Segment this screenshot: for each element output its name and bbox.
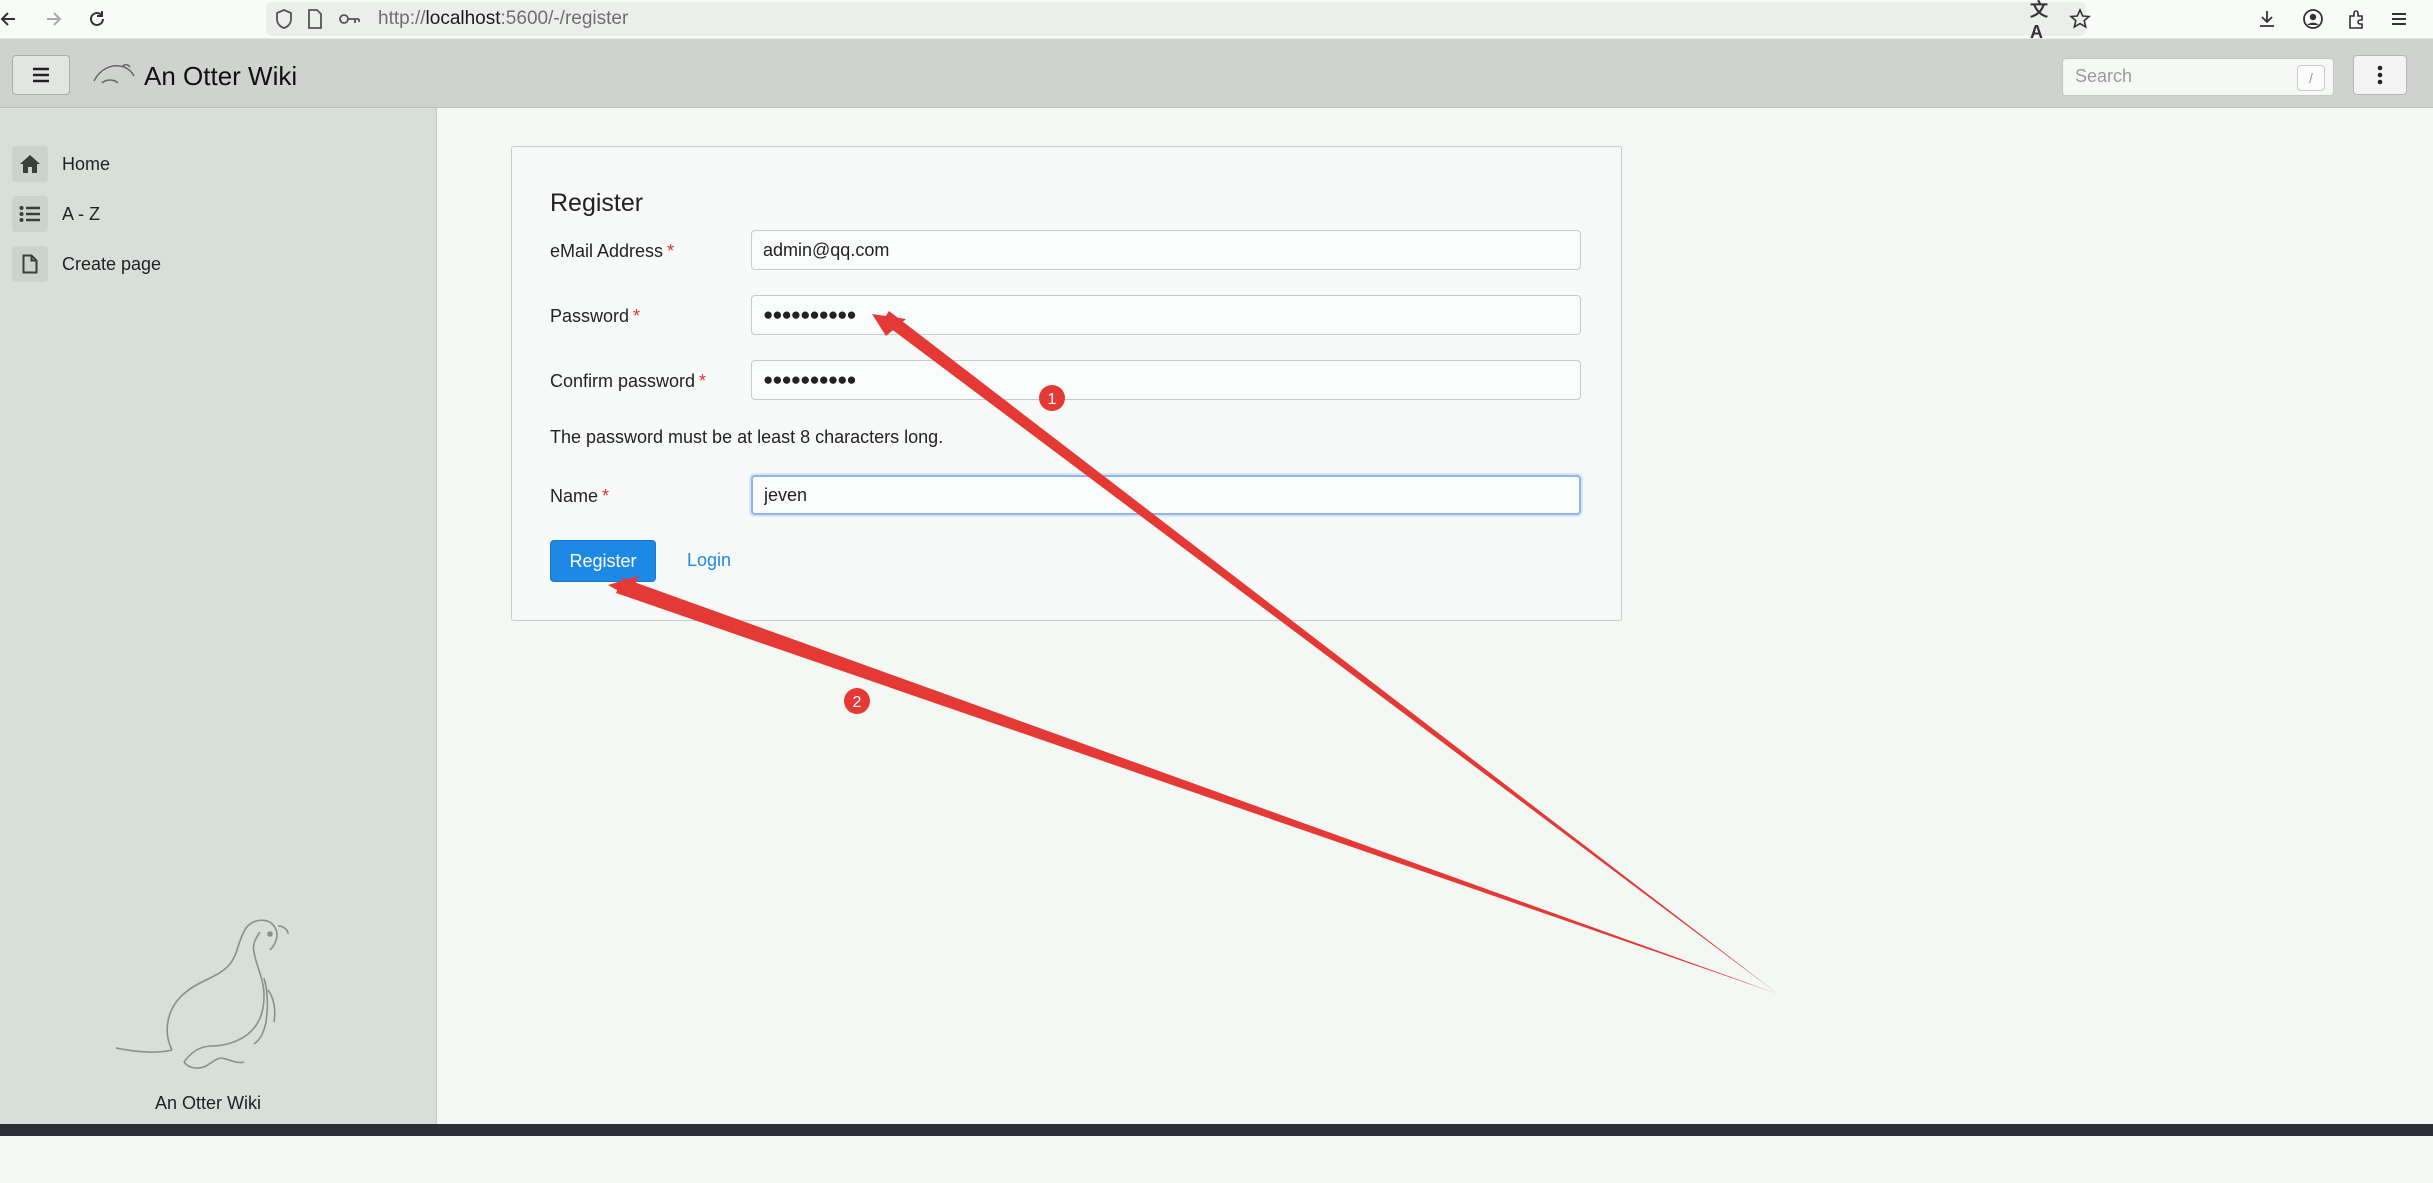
name-field[interactable] [751,475,1581,515]
otter-logo-icon [92,59,136,89]
search-shortcut-hint: / [2297,65,2325,91]
annotation-arrow-2 [608,576,1778,994]
password-field[interactable] [751,295,1581,335]
star-icon[interactable] [2065,4,2095,34]
password-label: Password * [550,306,641,326]
sidebar-item-label: A - Z [62,203,101,224]
account-icon[interactable] [2298,4,2328,34]
back-icon[interactable] [0,4,24,34]
app-menu-icon[interactable] [2384,4,2414,34]
annotation-badge-2: 2 [844,688,870,714]
sidebar-item-label: Create page [62,253,162,274]
file-icon [12,246,48,282]
extensions-icon[interactable] [2342,4,2372,34]
address-bar[interactable]: http://localhost:5600/-/register [266,2,2086,36]
register-title: Register [550,189,644,217]
url-text: http://localhost:5600/-/register [378,8,629,29]
search-box[interactable]: / [2062,58,2334,96]
confirm-password-field[interactable] [751,360,1581,400]
register-button[interactable]: Register [550,540,656,582]
otter-illustration [112,918,312,1178]
password-hint: The password must be at least 8 characte… [550,427,944,447]
svg-text:2: 2 [853,694,862,711]
sidebar: Home A - Z Create page An Otter Wiki [0,108,437,1124]
name-label: Name * [550,486,610,506]
os-taskbar [0,1124,2433,1136]
search-input[interactable] [2073,65,2277,88]
required-marker: * [667,241,675,261]
page-icon [306,8,324,35]
reload-icon[interactable] [82,4,112,34]
email-label: eMail Address * [550,241,675,261]
required-marker: * [699,371,707,391]
confirm-password-label: Confirm password * [550,371,707,391]
more-options-button[interactable] [2353,55,2407,95]
list-icon [12,196,48,232]
translate-icon[interactable]: 文A [2030,0,2060,42]
required-marker: * [602,486,610,506]
menu-toggle-button[interactable] [12,55,70,95]
key-icon [338,9,362,34]
home-icon [12,146,48,182]
sidebar-footer-label: An Otter Wiki [154,1093,261,1113]
sidebar-item-home[interactable]: Home [12,144,110,184]
register-card: Register eMail Address* Password* Confir… [511,146,1622,621]
download-icon[interactable] [2252,4,2282,34]
browser-toolbar: http://localhost:5600/-/register 文A [0,0,2433,42]
email-field[interactable] [751,230,1581,270]
sidebar-item-a-z[interactable]: A - Z [12,194,100,234]
login-link[interactable]: Login [687,550,731,571]
shield-icon [274,8,294,35]
app-title[interactable]: An Otter Wiki [144,61,297,92]
sidebar-item-label: Home [62,153,111,174]
app-header: An Otter Wiki / [0,39,2433,108]
sidebar-item-create-page[interactable]: Create page [12,244,161,284]
required-marker: * [633,306,641,326]
forward-icon[interactable] [38,4,68,34]
